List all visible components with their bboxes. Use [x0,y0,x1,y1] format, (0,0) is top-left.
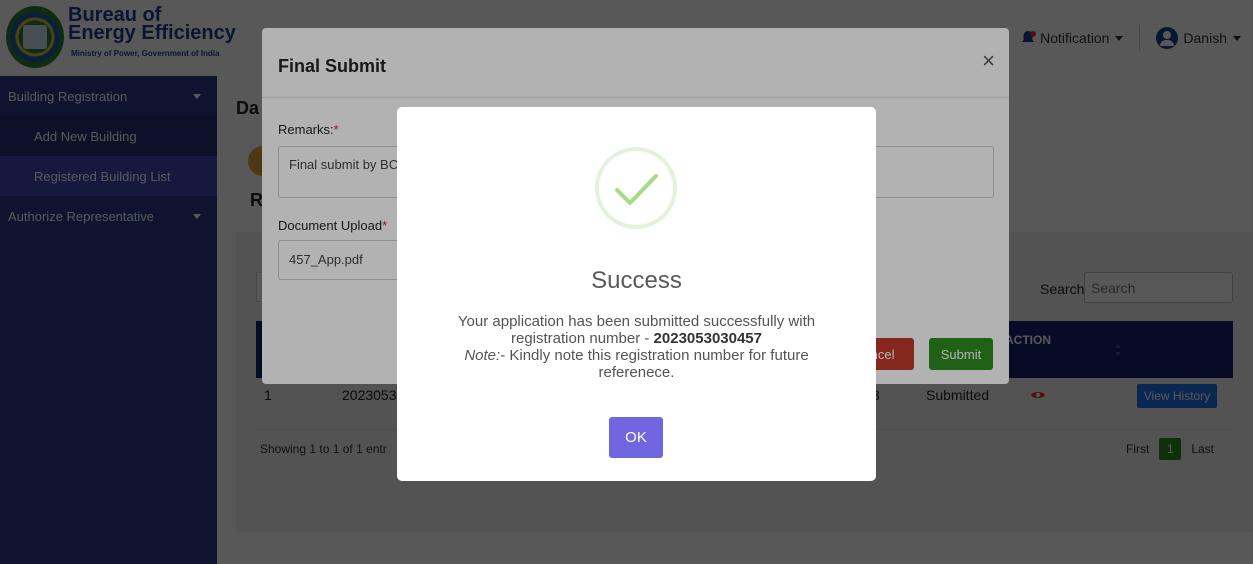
note-label: Note: [464,347,501,364]
ok-button[interactable]: OK [609,417,663,458]
success-check-icon [595,147,677,229]
success-dialog: Success Your application has been submit… [397,107,876,481]
dialog-message: Your application has been submitted succ… [427,313,846,381]
registration-number: 2023053030457 [653,330,762,347]
dialog-title: Success [591,267,682,294]
note-text: - Kindly note this registration number f… [500,347,809,381]
